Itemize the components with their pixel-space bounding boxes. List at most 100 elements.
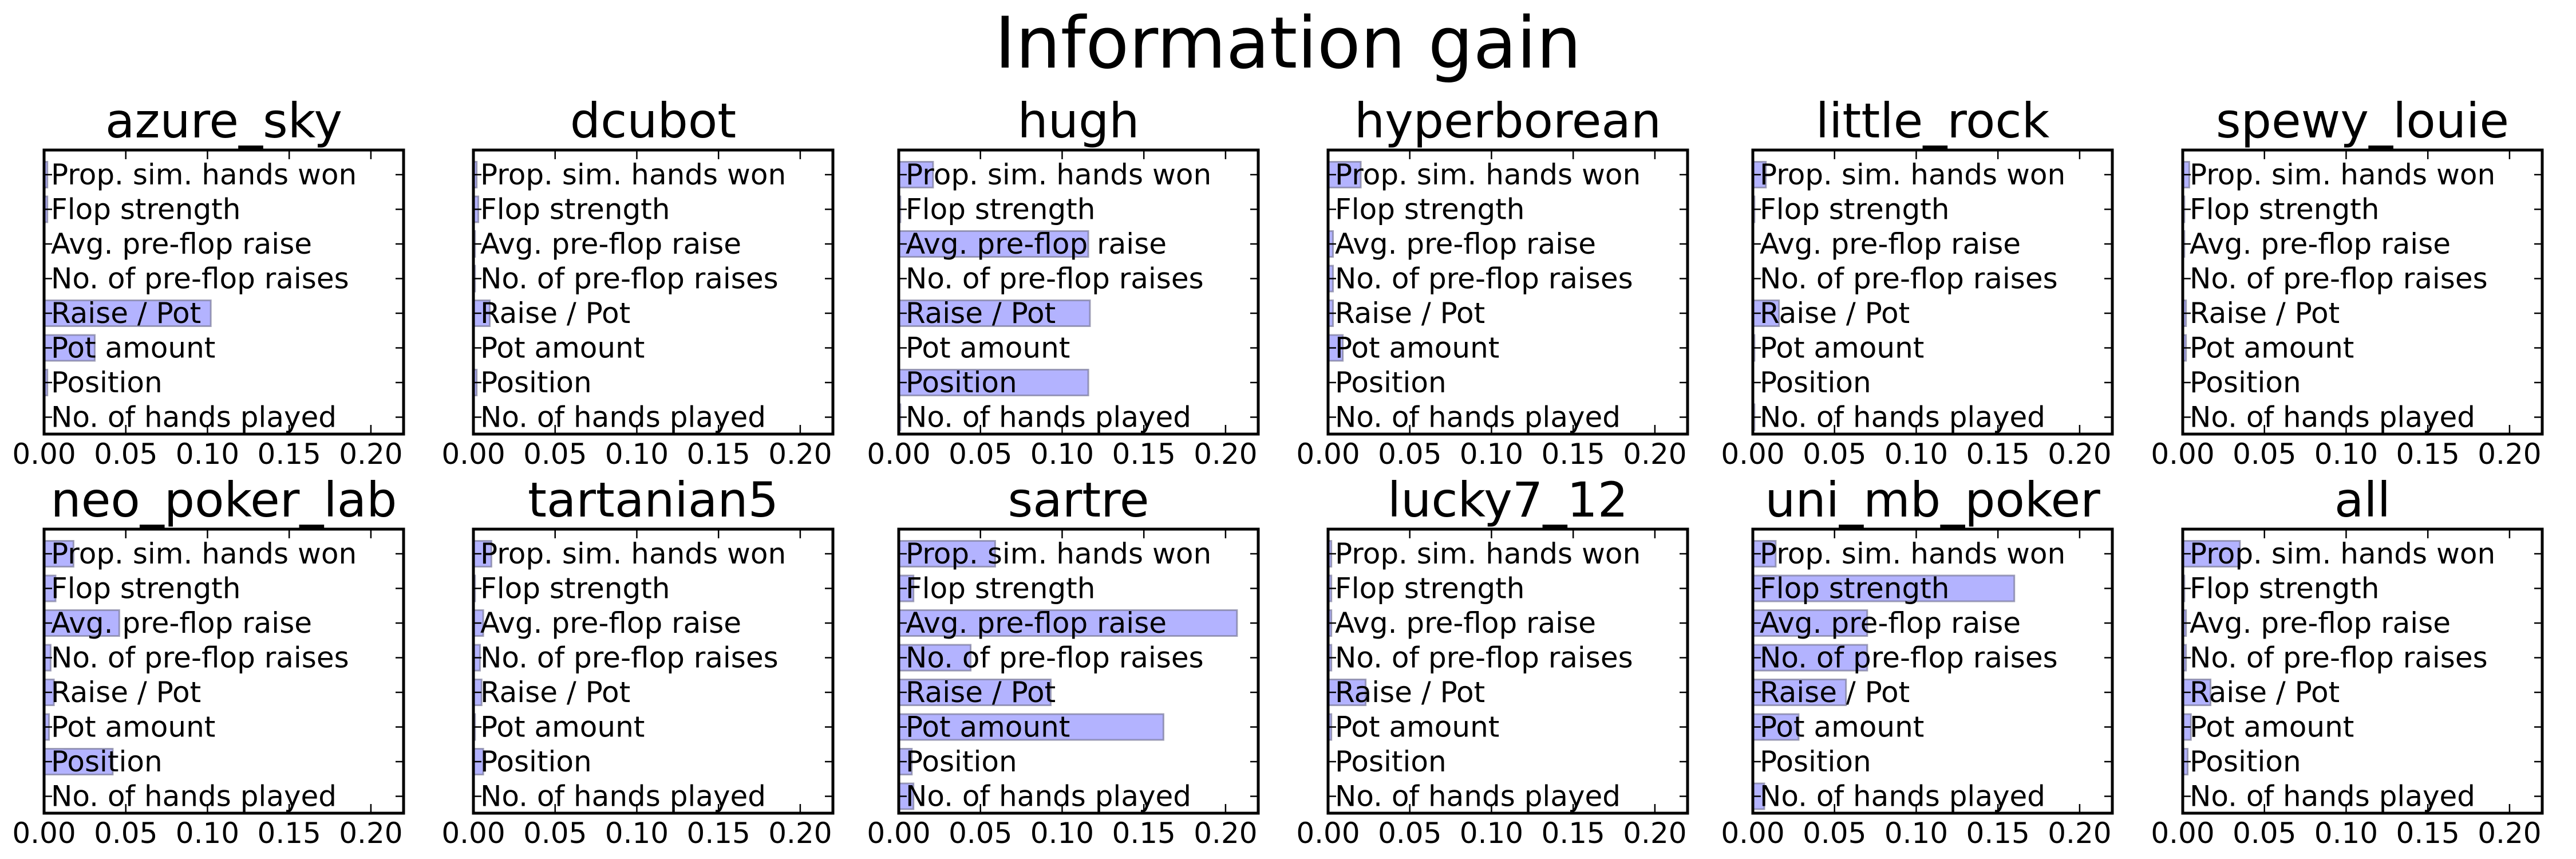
x-tick-label: 0.05	[1378, 438, 1441, 471]
category-label: No. of hands played	[1335, 780, 1621, 813]
category-label: No. of pre-flop raises	[1760, 262, 2058, 295]
x-tick-label: 0.15	[2396, 817, 2460, 850]
category-label: Avg. pre-flop raise	[1760, 227, 2021, 261]
panel-all: all Prop. sim. hands wonFlop strengthAvg.…	[2151, 472, 2544, 850]
x-tick-label: 0.15	[1542, 817, 1605, 850]
category-label: Prop. sim. hands won	[1335, 158, 1641, 191]
category-label: Position	[51, 366, 163, 399]
category-label: Raise / Pot	[906, 297, 1056, 330]
category-label: Pot amount	[2190, 711, 2354, 744]
category-label: Raise / Pot	[480, 297, 630, 330]
x-tick-label: 0.00	[2151, 438, 2214, 471]
x-tick-label: 0.20	[2478, 438, 2541, 471]
category-label: Flop strength	[480, 193, 670, 226]
x-tick-label: 0.10	[1884, 817, 1948, 850]
category-label: Flop strength	[1335, 193, 1524, 226]
category-label: Avg. pre-flop raise	[906, 606, 1167, 640]
category-label: No. of pre-flop raises	[51, 641, 349, 675]
x-tick-label: 0.00	[1721, 438, 1784, 471]
category-label: No. of pre-flop raises	[1760, 641, 2058, 675]
category-label: Prop. sim. hands won	[906, 537, 1211, 570]
category-label: No. of pre-flop raises	[1335, 262, 1633, 295]
x-tick-label: 0.15	[1542, 438, 1605, 471]
x-tick-label: 0.00	[1721, 817, 1784, 850]
category-label: Flop strength	[906, 572, 1095, 605]
category-label: Pot amount	[1760, 711, 1924, 744]
x-tick-label: 0.00	[441, 438, 505, 471]
x-tick-label: 0.05	[949, 438, 1012, 471]
x-tick-label: 0.00	[867, 817, 930, 850]
category-label: Flop strength	[1760, 572, 1949, 605]
category-label: Flop strength	[1760, 193, 1949, 226]
x-tick-label: 0.10	[1460, 817, 1523, 850]
x-tick-label: 0.20	[2048, 438, 2111, 471]
category-label: Avg. pre-flop raise	[51, 227, 312, 261]
panel-title: tartanian5	[528, 472, 779, 528]
panel-spewy_louie: spewy_louie Prop. sim. hands wonFlop stre…	[2151, 93, 2544, 471]
panel-dcubot: dcubot Prop. sim. hands wonFlop strengthA…	[441, 93, 835, 471]
category-label: Avg. pre-flop raise	[2190, 606, 2451, 640]
category-label: Avg. pre-flop raise	[1335, 227, 1596, 261]
x-tick-label: 0.20	[1623, 817, 1686, 850]
panel-tartanian5: tartanian5 Prop. sim. hands wonFlop stren…	[441, 472, 835, 850]
category-label: Flop strength	[2190, 572, 2379, 605]
category-label: No. of pre-flop raises	[906, 641, 1204, 675]
panel-title: lucky7_12	[1388, 472, 1628, 528]
x-tick-label: 0.05	[1803, 438, 1866, 471]
category-label: No. of pre-flop raises	[906, 262, 1204, 295]
category-label: Pot amount	[51, 332, 215, 365]
category-label: No. of hands played	[1760, 401, 2045, 434]
x-tick-label: 0.15	[1112, 817, 1176, 850]
category-label: Pot amount	[1335, 332, 1499, 365]
x-tick-label: 0.20	[339, 438, 402, 471]
category-label: Prop. sim. hands won	[906, 158, 1211, 191]
category-label: Pot amount	[1335, 711, 1499, 744]
panel-title: azure_sky	[105, 93, 342, 149]
category-label: No. of pre-flop raises	[480, 641, 779, 675]
category-label: Prop. sim. hands won	[51, 537, 357, 570]
x-tick-label: 0.20	[1194, 438, 1257, 471]
x-tick-label: 0.20	[2478, 817, 2541, 850]
category-label: No. of hands played	[480, 401, 766, 434]
panel-title: dcubot	[570, 93, 736, 149]
category-label: No. of hands played	[1335, 401, 1621, 434]
category-label: Flop strength	[1335, 572, 1524, 605]
x-tick-label: 0.05	[1378, 817, 1441, 850]
x-tick-label: 0.05	[94, 817, 157, 850]
category-label: Pot amount	[906, 332, 1070, 365]
x-tick-label: 0.10	[176, 438, 239, 471]
category-label: Position	[2190, 745, 2301, 778]
panel-title: hugh	[1017, 93, 1139, 149]
category-label: Prop. sim. hands won	[2190, 537, 2495, 570]
x-tick-label: 0.10	[2314, 817, 2378, 850]
category-label: Pot amount	[480, 332, 645, 365]
category-label: Flop strength	[51, 193, 240, 226]
category-label: Position	[1335, 366, 1447, 399]
panel-neo_poker_lab: neo_poker_lab Prop. sim. hands wonFlop st…	[12, 472, 405, 850]
category-label: Raise / Pot	[51, 297, 201, 330]
category-label: Raise / Pot	[51, 676, 201, 709]
category-label: Position	[480, 366, 592, 399]
category-label: Avg. pre-flop raise	[1335, 606, 1596, 640]
category-label: No. of pre-flop raises	[1335, 641, 1633, 675]
category-label: Position	[1335, 745, 1447, 778]
panel-title: all	[2334, 472, 2391, 528]
x-tick-label: 0.00	[441, 817, 505, 850]
category-label: No. of hands played	[906, 401, 1191, 434]
panel-hugh: hugh Prop. sim. hands wonFlop strengthAvg…	[867, 93, 1260, 471]
x-tick-label: 0.00	[867, 438, 930, 471]
category-label: Flop strength	[906, 193, 1095, 226]
panel-title: hyperborean	[1354, 93, 1661, 149]
x-tick-label: 0.15	[2396, 438, 2460, 471]
x-tick-label: 0.15	[687, 438, 750, 471]
x-tick-label: 0.05	[1803, 817, 1866, 850]
category-label: No. of pre-flop raises	[51, 262, 349, 295]
x-tick-label: 0.20	[2048, 817, 2111, 850]
category-label: No. of hands played	[906, 780, 1191, 813]
x-tick-label: 0.00	[1296, 817, 1360, 850]
x-tick-label: 0.10	[1030, 817, 1094, 850]
x-tick-label: 0.00	[12, 438, 76, 471]
category-label: No. of hands played	[51, 780, 337, 813]
information-gain-figure: Information gain azure_sky Prop. sim. han…	[12, 2, 2544, 850]
category-label: Pot amount	[906, 711, 1070, 744]
